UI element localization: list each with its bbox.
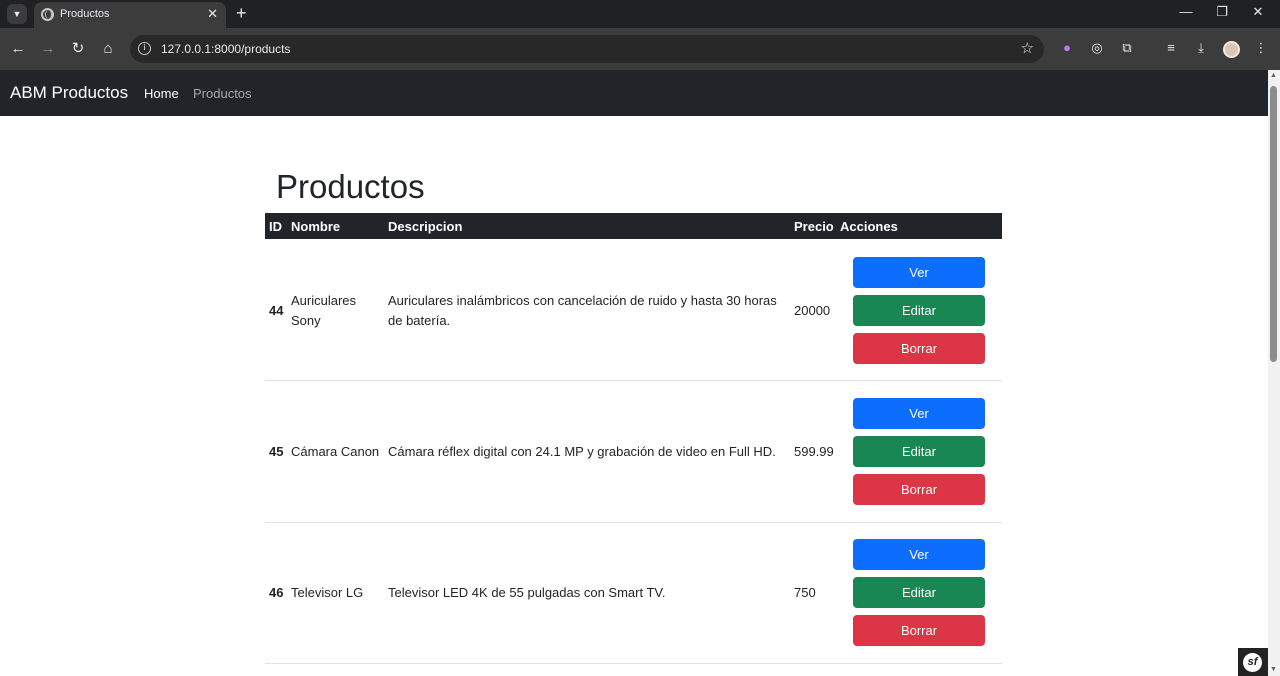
nav-link-home[interactable]: Home — [144, 86, 179, 101]
scroll-thumb[interactable] — [1270, 86, 1277, 362]
target-extension-icon[interactable]: ◎ — [1088, 39, 1106, 57]
view-button[interactable]: Ver — [853, 257, 985, 288]
star-icon[interactable]: ☆ — [1021, 39, 1034, 57]
row-description: Televisor LED 4K de 55 pulgadas con Smar… — [388, 585, 666, 600]
row-description-line: Auriculares inalámbricos con cancelación… — [388, 293, 777, 308]
table-row: 45 Cámara Canon Cámara réflex digital co… — [265, 381, 1002, 523]
row-price: 599.99 — [794, 444, 834, 459]
page-title: Productos — [276, 168, 425, 205]
navbar-brand[interactable]: ABM Productos — [10, 83, 128, 103]
row-price: 750 — [794, 585, 816, 600]
header-acciones: Acciones — [840, 219, 898, 234]
symfony-logo-icon: sf — [1243, 653, 1262, 672]
download-icon[interactable]: ⤓ — [1192, 39, 1210, 57]
row-id: 44 — [269, 303, 284, 318]
table-row: 44 Auriculares Sony Auriculares inalámbr… — [265, 239, 1002, 381]
row-description: Auriculares inalámbricos con cancelación… — [388, 291, 788, 331]
row-description: Cámara réflex digital con 24.1 MP y grab… — [388, 444, 776, 459]
extension-icon[interactable]: ⧉ — [1118, 39, 1136, 57]
view-button[interactable]: Ver — [853, 539, 985, 570]
row-price: 20000 — [794, 303, 831, 318]
header-id: ID — [269, 219, 282, 234]
menu-icon[interactable]: ⋮ — [1252, 39, 1270, 57]
view-button[interactable]: Ver — [853, 398, 985, 429]
table-header: ID Nombre Descripcion Precio Acciones — [265, 213, 1002, 239]
scrollbar[interactable]: ▲ ▼ — [1268, 70, 1280, 676]
minimize-icon[interactable]: — — [1176, 4, 1196, 19]
ai-extension-icon[interactable]: ● — [1058, 39, 1076, 57]
new-tab-icon[interactable]: + — [236, 3, 247, 23]
scroll-up-icon[interactable]: ▲ — [1270, 72, 1277, 79]
row-name-line: Auriculares — [291, 293, 357, 308]
edit-button[interactable]: Editar — [853, 295, 985, 326]
row-name: Televisor LG — [291, 585, 364, 600]
info-icon[interactable]: i — [138, 42, 151, 55]
reading-list-icon[interactable]: ≡ — [1162, 39, 1180, 57]
header-descripcion: Descripcion — [388, 219, 463, 234]
address-bar[interactable]: i 127.0.0.1:8000/products ☆ — [130, 35, 1044, 63]
header-nombre: Nombre — [291, 219, 341, 234]
scroll-down-icon[interactable]: ▼ — [1270, 666, 1277, 673]
header-precio: Precio — [794, 219, 834, 234]
tab-list-icon[interactable]: ▼ — [7, 4, 27, 24]
browser-toolbar: ← → ↻ ⌂ i 127.0.0.1:8000/products ☆ ● ◎ … — [0, 28, 1280, 70]
delete-button[interactable]: Borrar — [853, 474, 985, 505]
tab-close-icon[interactable]: ✕ — [207, 7, 218, 21]
edit-button[interactable]: Editar — [853, 577, 985, 608]
reload-icon[interactable]: ↻ — [68, 39, 88, 59]
row-name: Cámara Canon — [291, 444, 380, 459]
row-id: 46 — [269, 585, 284, 600]
row-name: Auriculares Sony — [291, 291, 356, 331]
delete-button[interactable]: Borrar — [853, 615, 985, 646]
row-description-line: de batería. — [388, 313, 451, 328]
back-icon[interactable]: ← — [8, 39, 28, 59]
row-id: 45 — [269, 444, 284, 459]
globe-icon — [41, 8, 54, 21]
tab-title: Productos — [60, 8, 110, 20]
forward-icon[interactable]: → — [38, 39, 58, 59]
browser-tab[interactable]: Productos ✕ — [34, 2, 226, 28]
debug-toolbar-toggle[interactable]: sf — [1238, 648, 1268, 676]
home-icon[interactable]: ⌂ — [98, 39, 118, 59]
row-name-line: Sony — [291, 313, 321, 328]
nav-link-productos[interactable]: Productos — [193, 86, 252, 101]
delete-button[interactable]: Borrar — [853, 333, 985, 364]
edit-button[interactable]: Editar — [853, 436, 985, 467]
url-text[interactable]: 127.0.0.1:8000/products — [161, 42, 290, 56]
browser-tab-strip: ▼ Productos ✕ + — ❐ ✕ — [0, 0, 1280, 28]
table-row: 46 Televisor LG Televisor LED 4K de 55 p… — [265, 522, 1002, 664]
window-close-icon[interactable]: ✕ — [1248, 4, 1268, 20]
avatar[interactable] — [1223, 41, 1240, 58]
site-navbar: ABM Productos Home Productos — [0, 70, 1268, 116]
restore-icon[interactable]: ❐ — [1212, 4, 1232, 20]
